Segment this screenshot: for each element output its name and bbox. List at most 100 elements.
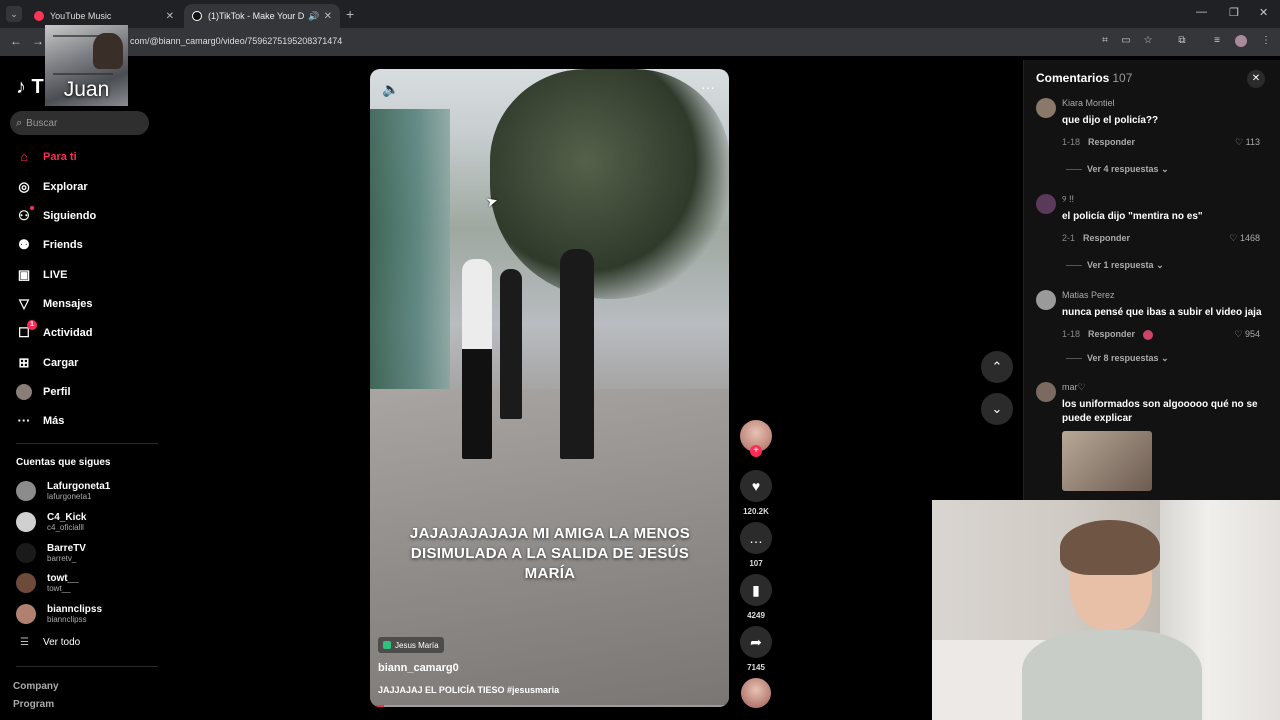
more-icon: ···	[17, 413, 31, 428]
footer-link-program[interactable]: Program	[13, 699, 54, 710]
url-field[interactable]: com/@biann_camarg0/video/759627519520837…	[130, 36, 342, 46]
comments-panel: Comentarios 107 ✕ Kiara Montiel que dijo …	[1023, 60, 1280, 500]
restore-button[interactable]: ❐	[1229, 6, 1239, 19]
comments-title: Comentarios 107	[1036, 71, 1132, 85]
close-icon[interactable]: ✕	[1247, 70, 1265, 88]
video-author[interactable]: biann_camarg0	[378, 662, 459, 674]
followed-account[interactable]: biannclipss biannclipss	[16, 600, 102, 628]
divider	[16, 666, 158, 667]
view-replies-link[interactable]: Ver 4 respuestas ⌄	[1066, 164, 1169, 175]
sidebar-item-cargar[interactable]: ⊞ Cargar	[16, 350, 79, 376]
followed-account[interactable]: C4_Kick c4_oficialll	[16, 508, 86, 536]
reply-button[interactable]: Responder	[1088, 137, 1135, 147]
tiktok-logo[interactable]: ♪ T	[16, 76, 44, 99]
close-tab-icon[interactable]: ✕	[166, 11, 174, 22]
next-video-button[interactable]: ⌄	[981, 393, 1013, 425]
extensions-icon[interactable]: ⧉	[1176, 35, 1188, 47]
comment-icon[interactable]: …	[740, 522, 772, 554]
webcam-person-hair	[1060, 520, 1160, 575]
more-options-icon[interactable]: ···	[701, 79, 715, 95]
volume-icon[interactable]: 🔈	[382, 81, 399, 98]
video-progress-fill	[370, 705, 385, 707]
tab-tiktok[interactable]: (1)TikTok - Make Your Day 🔊 ✕	[184, 4, 340, 28]
heart-icon[interactable]: ♥	[740, 470, 772, 502]
cast-icon[interactable]: ▭	[1120, 35, 1132, 47]
comment-like[interactable]: ♡ 113	[1235, 137, 1260, 148]
video-overlay-text: JAJAJAJAJAJA MI AMIGA LA MENOS DISIMULAD…	[409, 525, 691, 582]
account-handle: lafurgoneta1	[47, 491, 92, 501]
commenter-name[interactable]: Kiara Montiel	[1062, 98, 1115, 108]
reply-button[interactable]: Responder	[1083, 233, 1130, 243]
comment-action[interactable]: … 107	[737, 522, 775, 568]
media-control-icon[interactable]: ≡	[1211, 35, 1223, 47]
menu-kebab-icon[interactable]: ⋮	[1260, 35, 1272, 47]
sidebar-item-explorar[interactable]: ◎ Explorar	[16, 174, 87, 200]
sidebar-item-perfil[interactable]: Perfil	[16, 379, 71, 405]
close-tab-icon[interactable]: ✕	[324, 11, 332, 22]
share-icon[interactable]: ➦	[740, 626, 772, 658]
comment-like[interactable]: ♡ 954	[1234, 329, 1260, 340]
followed-account[interactable]: Lafurgoneta1 lafurgoneta1	[16, 477, 110, 505]
comment-image[interactable]	[1062, 431, 1152, 491]
sidebar-item-live[interactable]: ▣ LIVE	[16, 262, 68, 288]
sidebar-item-friends[interactable]: ⚉ Friends	[16, 232, 83, 258]
notification-dot	[30, 206, 34, 210]
creator-avatar[interactable]: +	[740, 420, 772, 457]
commenter-avatar[interactable]	[1036, 382, 1056, 402]
previous-video-button[interactable]: ⌃	[981, 351, 1013, 383]
music-disc-avatar[interactable]	[741, 678, 771, 708]
comment-date: 1-18	[1062, 137, 1081, 147]
footer-link-company[interactable]: Company	[13, 681, 59, 692]
video-scene-person	[560, 249, 594, 459]
sidebar-item-mensajes[interactable]: ▽ Mensajes	[16, 291, 93, 317]
followed-account[interactable]: towt__ towt__	[16, 569, 79, 597]
new-tab-button[interactable]: +	[346, 6, 354, 22]
commenter-name[interactable]: ୨ !!	[1062, 194, 1074, 205]
webcam-feed	[932, 500, 1280, 720]
profile-avatar[interactable]	[1235, 35, 1247, 47]
search-input[interactable]	[26, 117, 137, 129]
view-replies-link[interactable]: Ver 1 respuesta ⌄	[1066, 260, 1164, 271]
comment-text: los uniformados son algooooo qué no se p…	[1062, 399, 1258, 424]
commenter-avatar[interactable]	[1036, 290, 1056, 310]
sidebar-item-label: Actividad	[43, 327, 93, 339]
comment-like-count: 113	[1245, 137, 1260, 147]
following-section-title: Cuentas que sigues	[16, 457, 111, 468]
commenter-name[interactable]: Matias Perez	[1062, 290, 1115, 300]
save-action[interactable]: ▮ 4249	[737, 574, 775, 620]
comment-like[interactable]: ♡ 1468	[1229, 233, 1260, 244]
comment-meta: 1-18 Responder	[1062, 137, 1135, 147]
close-window-button[interactable]: ✕	[1259, 6, 1268, 19]
forward-icon[interactable]: →	[32, 34, 44, 48]
sidebar-item-actividad[interactable]: ☐ 1 Actividad	[16, 320, 93, 346]
share-action[interactable]: ➦ 7145	[737, 626, 775, 672]
live-icon: ▣	[17, 267, 31, 282]
see-all-link[interactable]: ☰ Ver todo	[20, 637, 80, 648]
search-box[interactable]: ⌕	[10, 111, 149, 135]
translate-icon[interactable]: ⌗	[1099, 35, 1111, 47]
location-tag[interactable]: Jesus María	[378, 637, 444, 653]
sidebar-item-mas[interactable]: ··· Más	[16, 408, 65, 434]
profile-avatar	[16, 384, 32, 400]
tiktok-favicon	[192, 11, 202, 21]
like-action[interactable]: ♥ 120.2K	[737, 470, 775, 516]
followed-account[interactable]: BarreTV barretv_	[16, 539, 86, 567]
commenter-avatar[interactable]	[1036, 194, 1056, 214]
follow-plus-icon[interactable]: +	[750, 445, 762, 457]
view-replies-link[interactable]: Ver 8 respuestas ⌄	[1066, 353, 1169, 364]
video-player[interactable]: 🔈 ··· JAJAJAJAJAJA MI AMIGA LA MENOS DIS…	[370, 69, 729, 707]
commenter-avatar[interactable]	[1036, 98, 1056, 118]
back-icon[interactable]: ←	[10, 34, 22, 48]
video-progress-bar[interactable]	[370, 705, 729, 707]
address-bar: ← → com/@biann_camarg0/video/75962751952…	[0, 28, 1280, 56]
minimize-button[interactable]: —	[1196, 6, 1207, 18]
account-handle: c4_oficialll	[47, 522, 84, 532]
bookmark-star-icon[interactable]: ☆	[1142, 35, 1154, 47]
reply-button[interactable]: Responder	[1088, 329, 1135, 339]
sidebar-item-para-ti[interactable]: ⌂ Para ti	[16, 144, 77, 170]
bookmark-icon[interactable]: ▮	[740, 574, 772, 606]
sidebar-item-siguiendo[interactable]: ⚇ Siguiendo	[16, 203, 96, 229]
tab-search-button[interactable]: ⌄	[6, 6, 22, 22]
speaker-icon[interactable]: 🔊	[308, 11, 319, 22]
commenter-name[interactable]: mar♡	[1062, 382, 1086, 393]
